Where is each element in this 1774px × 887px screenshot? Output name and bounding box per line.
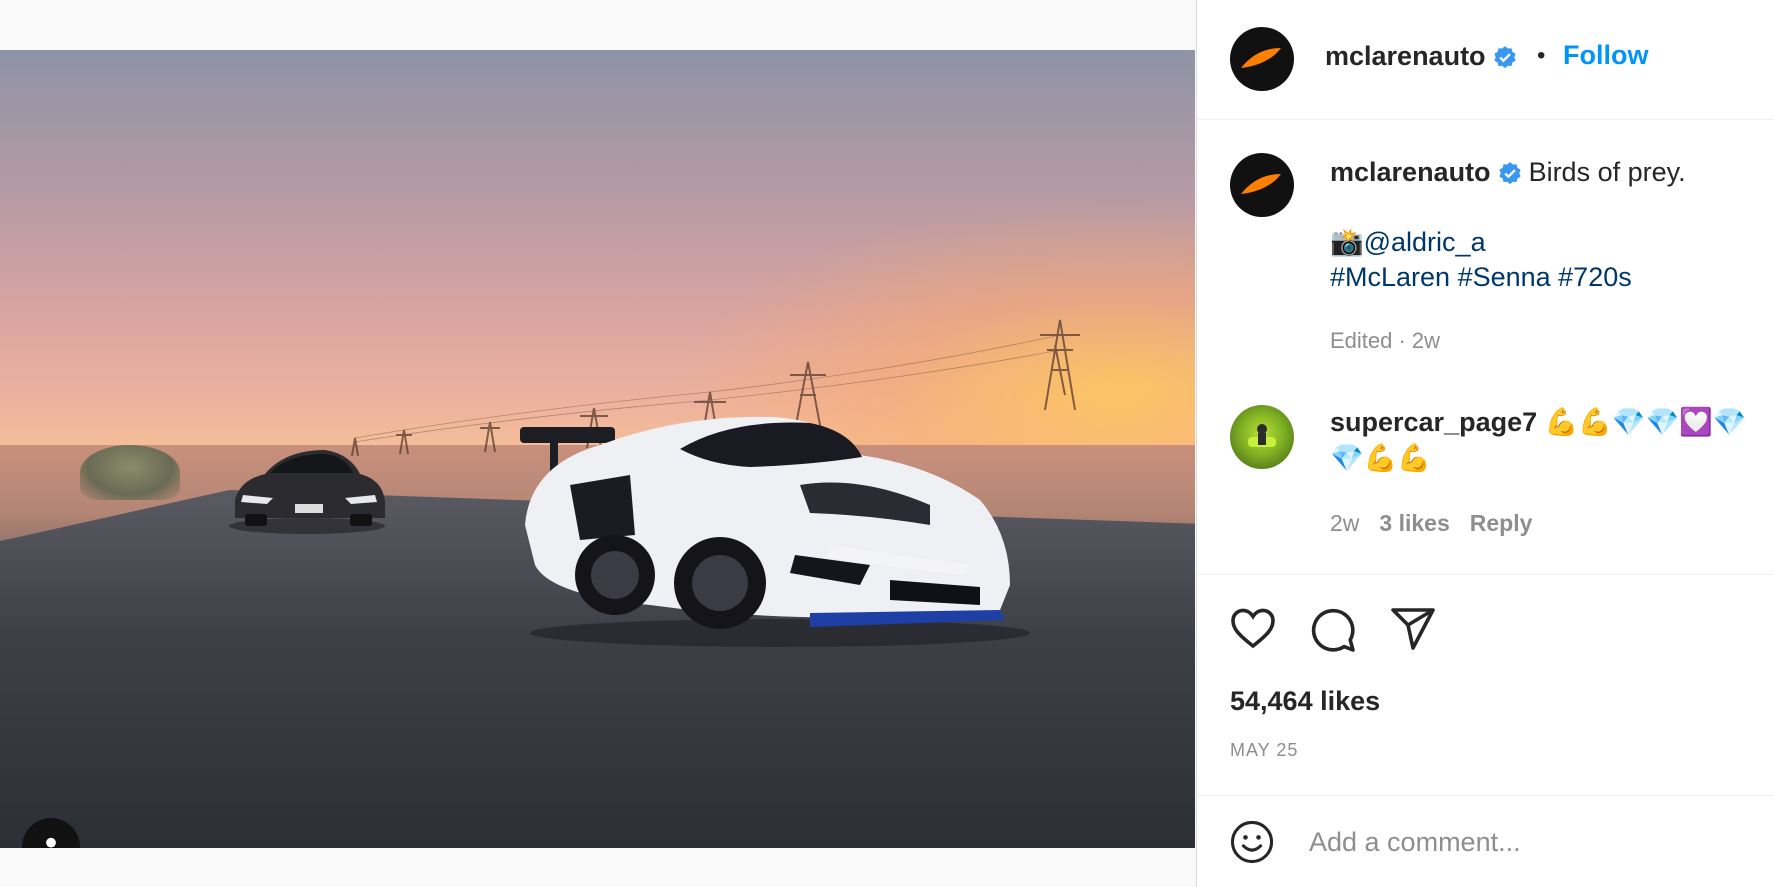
post-header: mclarenauto • Follow xyxy=(1197,0,1774,120)
comment-reply-button[interactable]: Reply xyxy=(1470,510,1533,536)
post-media-area xyxy=(0,0,1195,887)
header-separator: • xyxy=(1537,42,1546,69)
commenter-avatar-image xyxy=(1248,424,1276,447)
instagram-post-page: mclarenauto • Follow mclarenauto Birds of… xyxy=(0,0,1774,887)
emoji-icon[interactable] xyxy=(1229,819,1275,865)
mclaren-720s-car xyxy=(229,450,385,534)
caption-username[interactable]: mclarenauto xyxy=(1330,157,1491,187)
mclaren-senna-car xyxy=(520,416,1030,647)
verified-icon xyxy=(1498,161,1521,185)
add-comment-bar xyxy=(1197,796,1774,887)
photo-credit-link[interactable]: 📸@aldric_a xyxy=(1330,226,1486,258)
caption-text: Birds of prey. xyxy=(1528,157,1686,187)
comment-username[interactable]: supercar_page7 xyxy=(1330,407,1537,437)
user-tag-icon xyxy=(46,837,56,848)
follow-button[interactable]: Follow xyxy=(1563,40,1648,71)
comment-meta: 2w 3 likes Reply xyxy=(1330,510,1552,537)
post-photo[interactable] xyxy=(0,50,1195,848)
likes-count[interactable]: 54,464 likes xyxy=(1230,686,1380,717)
mclaren-logo-icon xyxy=(1241,48,1281,68)
heart-icon[interactable] xyxy=(1229,606,1277,650)
author-avatar[interactable] xyxy=(1230,27,1294,91)
comment-line: supercar_page7 💪💪💎💎💟💎💎💪💪 xyxy=(1330,404,1770,476)
caption-meta: Edited · 2w xyxy=(1330,328,1441,353)
header-username[interactable]: mclarenauto xyxy=(1325,41,1518,72)
commenter-avatar[interactable] xyxy=(1230,405,1294,469)
post-actions: 54,464 likes MAY 25 xyxy=(1197,576,1774,796)
post-side-panel: mclarenauto • Follow mclarenauto Birds of… xyxy=(1196,0,1774,887)
desert-bush xyxy=(80,445,180,500)
comment-likes[interactable]: 3 likes xyxy=(1379,510,1449,536)
mclaren-logo-icon xyxy=(1241,174,1281,194)
comment-time[interactable]: 2w xyxy=(1330,510,1359,536)
verified-icon xyxy=(1493,45,1516,69)
comment-icon[interactable] xyxy=(1309,606,1357,654)
share-icon[interactable] xyxy=(1389,606,1437,652)
caption-author-avatar[interactable] xyxy=(1230,153,1294,217)
comments-section: mclarenauto Birds of prey. 📸@aldric_a #Mc… xyxy=(1197,120,1774,575)
header-username-text[interactable]: mclarenauto xyxy=(1325,41,1486,71)
caption-line: mclarenauto Birds of prey. xyxy=(1330,154,1770,190)
caption-hashtags[interactable]: #McLaren #Senna #720s xyxy=(1330,262,1632,293)
post-date[interactable]: MAY 25 xyxy=(1230,740,1298,761)
comment-input[interactable] xyxy=(1309,818,1749,866)
